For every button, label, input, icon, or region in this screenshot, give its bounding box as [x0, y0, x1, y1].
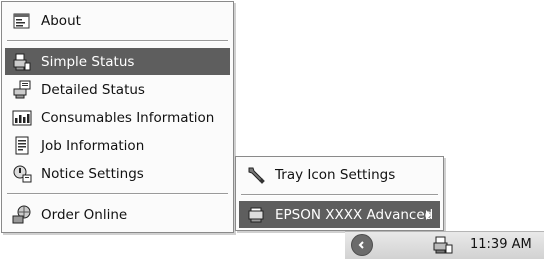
menu-item-label: Simple Status [41, 53, 135, 70]
chevron-left-icon[interactable] [351, 234, 373, 256]
tray-submenu: Tray Icon Settings EPSON XXXX Advanced [235, 156, 444, 231]
menu-item-tray-icon-settings[interactable]: Tray Icon Settings [239, 161, 440, 188]
detailed-status-icon [11, 79, 33, 101]
menu-item-label: About [41, 12, 81, 29]
menu-item-about[interactable]: About [5, 7, 230, 34]
printer-status-icon [11, 51, 33, 73]
submenu-arrow-icon [426, 210, 431, 220]
notice-settings-icon [11, 163, 33, 185]
menu-item-label: Notice Settings [41, 165, 144, 182]
menu-item-label: Consumables Information [41, 109, 215, 126]
menu-item-label: EPSON XXXX Advanced [275, 206, 434, 223]
menu-item-order-online[interactable]: Order Online [5, 201, 230, 228]
menu-item-detailed-status[interactable]: Detailed Status [5, 76, 230, 103]
wrench-icon [245, 164, 267, 186]
menu-item-job-information[interactable]: Job Information [5, 132, 230, 159]
menu-separator [241, 194, 438, 196]
menu-separator [7, 193, 228, 195]
menu-item-label: Tray Icon Settings [275, 166, 396, 183]
job-document-icon [11, 135, 33, 157]
menu-item-label: Job Information [41, 137, 145, 154]
printer-icon [245, 204, 267, 226]
menu-item-epson-advanced[interactable]: EPSON XXXX Advanced [239, 201, 440, 228]
printer-tray-icon[interactable] [433, 235, 453, 255]
clock[interactable]: 11:39 AM [470, 237, 532, 252]
menu-item-notice-settings[interactable]: Notice Settings [5, 160, 230, 187]
menu-item-label: Order Online [41, 206, 128, 223]
about-icon [11, 10, 33, 32]
menu-separator [7, 40, 228, 42]
menu-item-simple-status[interactable]: Simple Status [5, 48, 230, 75]
taskbar-tray: 11:39 AM [345, 231, 544, 259]
context-menu: About Simple Status Detailed Status Cons… [1, 1, 234, 233]
menu-item-consumables-information[interactable]: Consumables Information [5, 104, 230, 131]
menu-item-label: Detailed Status [41, 81, 145, 98]
order-online-icon [11, 204, 33, 226]
ink-icon [11, 107, 33, 129]
